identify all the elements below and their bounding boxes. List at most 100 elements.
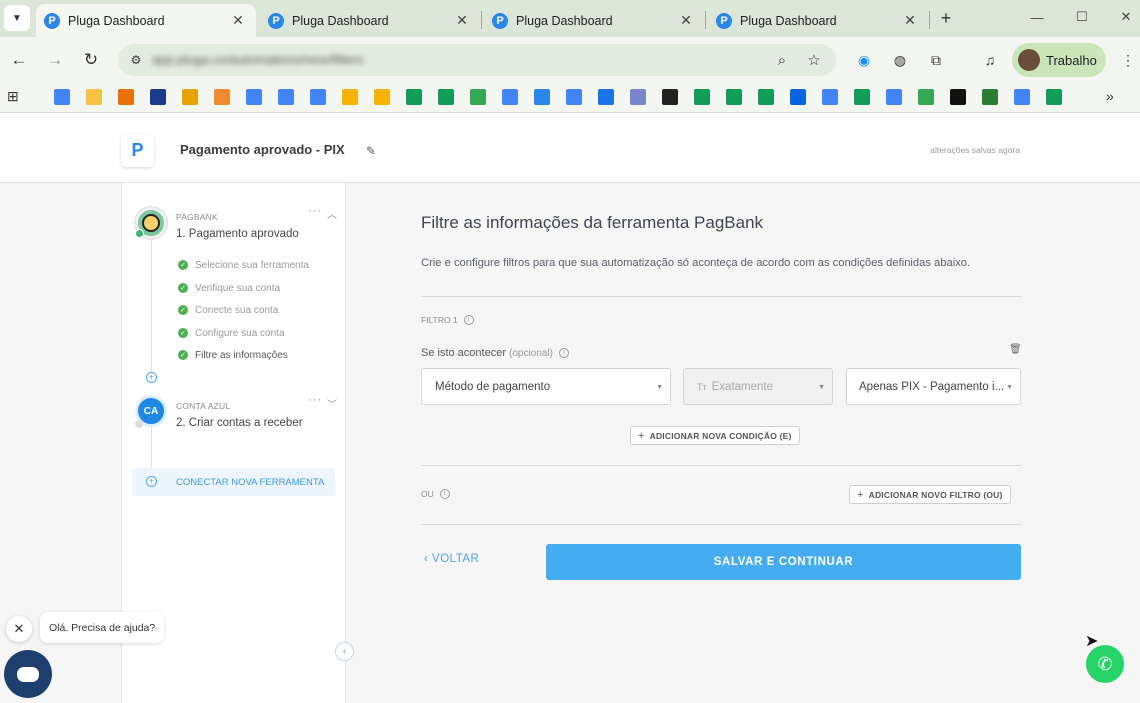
add-condition-button[interactable]: + ADICIONAR NOVA CONDIÇÃO (E)	[630, 426, 800, 445]
browser-tab[interactable]: P Pluga Dashboard ✕	[708, 4, 928, 37]
new-tab-button[interactable]: +	[936, 8, 956, 28]
reload-icon[interactable]: ↻	[80, 49, 102, 71]
field-select[interactable]: Método de pagamento ▼	[421, 368, 671, 405]
close-icon[interactable]: ✕	[228, 11, 248, 31]
chat-greeting[interactable]: Olá. Precisa de ajuda?	[40, 612, 165, 643]
site-settings-icon[interactable]: ⚙	[126, 50, 146, 70]
add-step-plus-icon[interactable]: +	[146, 372, 157, 383]
browser-tab[interactable]: P Pluga Dashboard ✕	[36, 4, 256, 37]
bookmark-favicon-icon[interactable]	[918, 89, 934, 105]
bookmark-favicon-icon[interactable]	[374, 89, 390, 105]
tool-step-name[interactable]: 2. Criar contas a receber	[176, 417, 303, 429]
bookmark-favicon-icon[interactable]	[502, 89, 518, 105]
maximize-button[interactable]: ☐	[1069, 6, 1095, 28]
pluga-logo[interactable]: P	[121, 134, 154, 167]
pluga-app: P Pagamento aprovado - PIX ✎ alterações …	[0, 118, 1140, 703]
substep-item[interactable]: ✓ Configure sua conta	[178, 326, 285, 340]
bookmark-favicon-icon[interactable]	[950, 89, 966, 105]
back-button[interactable]: ‹ VOLTAR	[424, 553, 479, 565]
operator-select[interactable]: Tт Exatamente ▼	[683, 368, 833, 405]
more-menu-icon[interactable]: ⋮	[1118, 50, 1138, 70]
close-icon[interactable]: ✕	[6, 616, 32, 642]
info-icon[interactable]: i	[439, 489, 450, 499]
add-filter-button[interactable]: + ADICIONAR NOVO FILTRO (OU)	[849, 485, 1011, 504]
automation-name: Pagamento aprovado - PIX	[180, 142, 345, 157]
substep-label: Selecione sua ferramenta	[195, 259, 309, 271]
page-title: Filtre as informações da ferramenta PagB…	[421, 213, 764, 232]
more-options-icon[interactable]: ···	[308, 205, 322, 217]
extensions-puzzle-icon[interactable]: ⧉	[926, 50, 946, 70]
value-select-value: Apenas PIX - Pagamento i...	[859, 380, 1005, 393]
field-select-value: Método de pagamento	[435, 380, 551, 393]
bookmark-favicon-icon[interactable]	[982, 89, 998, 105]
more-options-icon[interactable]: ···	[308, 394, 322, 406]
zoom-icon[interactable]: ⌕	[772, 50, 792, 70]
tool-step-name[interactable]: 1. Pagamento aprovado	[176, 228, 299, 240]
close-icon[interactable]: ✕	[676, 11, 696, 31]
substep-item[interactable]: ✓ Selecione sua ferramenta	[178, 258, 309, 272]
bookmark-favicon-icon[interactable]	[758, 89, 774, 105]
bookmark-favicon-icon[interactable]	[822, 89, 838, 105]
bookmark-favicon-icon[interactable]	[534, 89, 550, 105]
bookmark-favicon-icon[interactable]	[470, 89, 486, 105]
substep-item[interactable]: ✓ Verifique sua conta	[178, 281, 280, 295]
close-icon[interactable]: ✕	[452, 11, 472, 31]
bookmark-favicon-icon[interactable]	[1046, 89, 1062, 105]
apps-grid-icon[interactable]: ⊞	[7, 88, 19, 105]
extension-icon[interactable]: ◉	[854, 50, 874, 70]
media-controls-icon[interactable]: ♫	[980, 50, 1000, 70]
window-close-button[interactable]: ✕	[1113, 6, 1139, 28]
password-extension-icon[interactable]: ◍	[890, 50, 910, 70]
bookmark-favicon-icon[interactable]	[566, 89, 582, 105]
back-arrow-icon[interactable]: ←	[8, 49, 30, 71]
pencil-icon[interactable]: ✎	[366, 144, 376, 158]
close-icon[interactable]: ✕	[900, 11, 920, 31]
chat-launcher-button[interactable]	[4, 650, 52, 698]
bookmark-favicon-icon[interactable]	[438, 89, 454, 105]
bookmark-favicon-icon[interactable]	[310, 89, 326, 105]
info-icon[interactable]: i	[558, 348, 569, 358]
substep-item-current[interactable]: ✓ Filtre as informações	[178, 348, 288, 362]
bookmark-favicon-icon[interactable]	[214, 89, 230, 105]
forward-arrow-icon[interactable]: →	[44, 49, 66, 71]
bookmark-favicon-icon[interactable]	[342, 89, 358, 105]
bookmark-favicon-icon[interactable]	[662, 89, 678, 105]
bookmark-favicon-icon[interactable]	[406, 89, 422, 105]
bookmark-favicon-icon[interactable]	[694, 89, 710, 105]
trash-icon[interactable]: 🗑	[1009, 344, 1022, 356]
browser-toolbar: ← → ↻ ⚙ app.pluga.co/automations/new/fil…	[0, 37, 1140, 83]
profile-button[interactable]: Trabalho	[1012, 43, 1106, 77]
info-icon[interactable]: i	[463, 315, 474, 325]
caret-down-icon: ▼	[656, 384, 663, 391]
chevron-double-right-icon[interactable]: »	[1106, 88, 1114, 104]
bookmark-favicon-icon[interactable]	[726, 89, 742, 105]
bookmark-favicon-icon[interactable]	[854, 89, 870, 105]
bookmark-favicon-icon[interactable]	[278, 89, 294, 105]
save-continue-button[interactable]: SALVAR E CONTINUAR	[546, 544, 1021, 580]
bookmark-favicon-icon[interactable]	[1014, 89, 1030, 105]
bookmark-favicon-icon[interactable]	[150, 89, 166, 105]
browser-tab[interactable]: P Pluga Dashboard ✕	[260, 4, 480, 37]
collapse-sidebar-chevron-icon[interactable]: ‹	[335, 642, 354, 661]
bookmark-favicon-icon[interactable]	[630, 89, 646, 105]
bookmark-favicon-icon[interactable]	[118, 89, 134, 105]
connect-new-tool-button[interactable]: + CONECTAR NOVA FERRAMENTA	[132, 468, 335, 496]
star-icon[interactable]: ☆	[804, 50, 824, 70]
address-bar[interactable]: ⚙ app.pluga.co/automations/new/filters ⌕…	[118, 44, 836, 76]
bookmark-favicon-icon[interactable]	[246, 89, 262, 105]
tab-search-button[interactable]: ▼	[4, 5, 30, 31]
bookmark-favicon-icon[interactable]	[598, 89, 614, 105]
minimize-button[interactable]: —	[1024, 6, 1050, 28]
browser-tab[interactable]: P Pluga Dashboard ✕	[484, 4, 704, 37]
substep-item[interactable]: ✓ Conecte sua conta	[178, 303, 278, 317]
chevron-up-icon[interactable]: ︿	[327, 206, 337, 221]
chevron-down-icon[interactable]: ﹀	[327, 396, 337, 411]
bookmark-favicon-icon[interactable]	[86, 89, 102, 105]
substep-label: Filtre as informações	[195, 349, 288, 361]
bookmark-favicon-icon[interactable]	[54, 89, 70, 105]
bookmark-favicon-icon[interactable]	[886, 89, 902, 105]
operator-select-value: Exatamente	[711, 380, 773, 393]
bookmark-favicon-icon[interactable]	[182, 89, 198, 105]
bookmark-favicon-icon[interactable]	[790, 89, 806, 105]
value-select[interactable]: Apenas PIX - Pagamento i... ▼	[846, 368, 1021, 405]
